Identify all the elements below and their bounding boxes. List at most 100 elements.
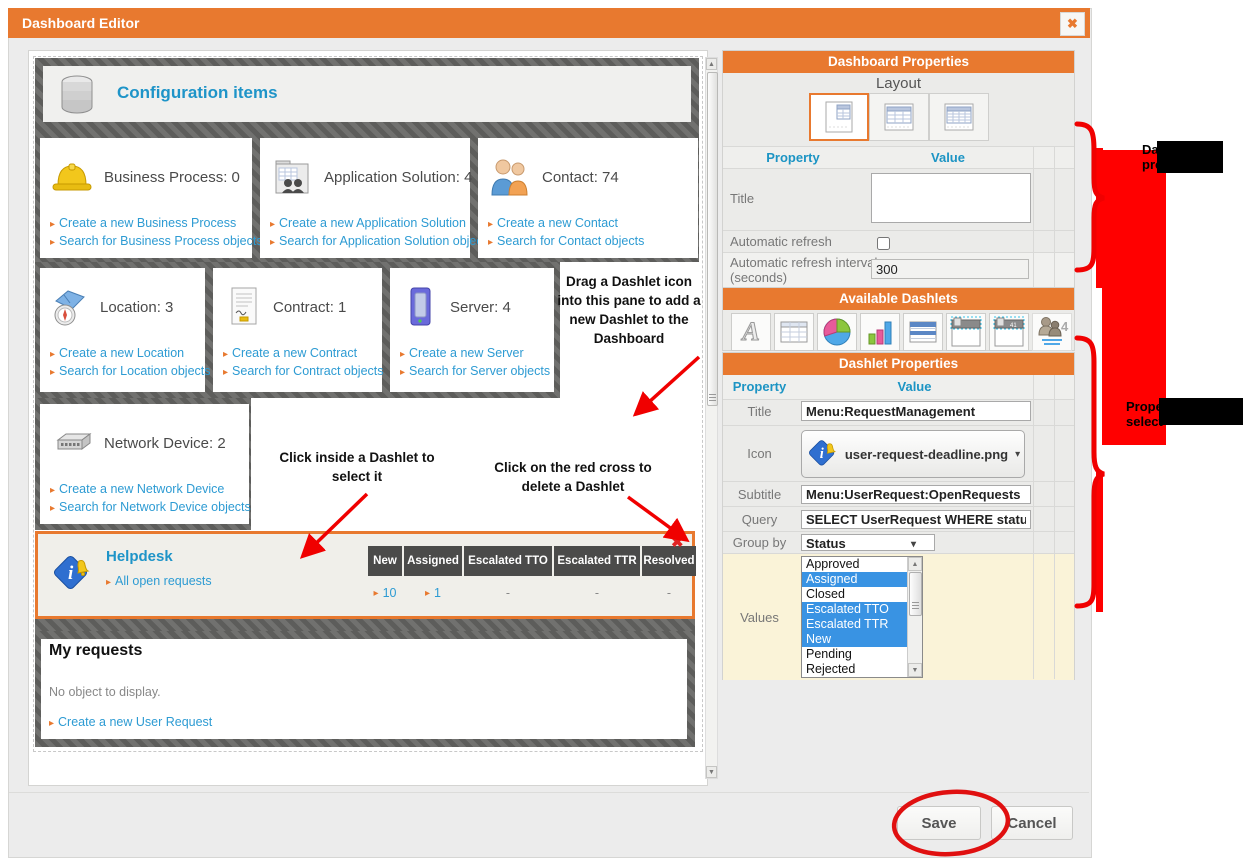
- create-contact-link[interactable]: Create a new Contact: [497, 216, 618, 230]
- auto-refresh-checkbox[interactable]: [877, 237, 890, 250]
- interval-label-line1: Automatic refresh interval: [730, 255, 877, 270]
- all-open-requests-link[interactable]: ▸All open requests: [106, 574, 212, 588]
- create-server-link[interactable]: Create a new Server: [409, 346, 524, 360]
- dashlet-title-label: Title: [723, 404, 796, 419]
- dashlet-query-input[interactable]: [801, 510, 1031, 529]
- bullet-icon: ▸: [50, 219, 55, 230]
- tile-title: Contact: 74: [542, 169, 619, 186]
- value-option[interactable]: Closed: [802, 587, 907, 602]
- scrollbar-thumb[interactable]: [909, 572, 922, 616]
- dashlet-table-header: Property Value: [723, 375, 1074, 400]
- stat-value-new[interactable]: ▸10: [368, 586, 402, 600]
- cancel-button[interactable]: Cancel: [991, 806, 1073, 840]
- layout-label: Layout: [723, 75, 1074, 92]
- search-location-link[interactable]: Search for Location objects: [59, 364, 210, 378]
- dashlet-title-input[interactable]: [801, 401, 1031, 421]
- scrollbar-down-icon[interactable]: ▼: [908, 663, 922, 677]
- value-option[interactable]: Approved: [802, 557, 907, 572]
- scrollbar-down-icon[interactable]: ▼: [706, 766, 717, 778]
- chevron-down-icon: ▾: [911, 537, 916, 552]
- tile-location[interactable]: Location: 3 ▸Create a new Location ▸Sear…: [40, 268, 205, 392]
- header-count-dashlet-icon[interactable]: 41: [989, 313, 1029, 351]
- group-by-select[interactable]: Status ▾: [801, 534, 935, 551]
- pie-chart-dashlet-icon[interactable]: [817, 313, 857, 351]
- value-option[interactable]: Escalated TTO: [802, 602, 907, 617]
- create-network-device-link[interactable]: Create a new Network Device: [59, 482, 224, 496]
- badge-dashlet-icon[interactable]: 4: [1032, 313, 1072, 351]
- table-extra-column-divider: [1054, 146, 1055, 287]
- value-option[interactable]: Escalated TTR: [802, 617, 907, 632]
- bullet-icon: ▸: [400, 367, 405, 378]
- values-multiselect[interactable]: Approved Assigned Closed Escalated TTO E…: [801, 556, 923, 678]
- bullet-icon: ▸: [270, 237, 275, 248]
- icon-dropdown-button[interactable]: i user-request-deadline.png ▾: [801, 430, 1025, 478]
- vertical-scrollbar[interactable]: ▲ ▼: [705, 57, 718, 779]
- location-icon: [50, 285, 90, 329]
- helpdesk-table-values: ▸10 ▸1 - - -: [368, 586, 696, 600]
- dashlet-values-row: Values Approved Assigned Closed Escalate…: [723, 553, 1074, 680]
- dialog-close-button[interactable]: ✖: [1060, 12, 1085, 36]
- my-requests-dashlet[interactable]: My requests No object to display. ▸Creat…: [35, 631, 695, 747]
- tile-contact[interactable]: Contact: 74 ▸ Create a new Contact ▸ Searc…: [478, 138, 698, 258]
- listbox-scrollbar[interactable]: ▲ ▼: [907, 557, 922, 677]
- create-application-solution-link[interactable]: Create a new Application Solution: [279, 216, 466, 230]
- available-dashlets-section: Available Dashlets A: [722, 287, 1075, 351]
- bullet-icon: ▸: [50, 237, 55, 248]
- tile-server[interactable]: Server: 4 ▸Create a new Server ▸Search f…: [390, 268, 554, 392]
- bullet-icon: ▸: [488, 237, 493, 248]
- svg-text:4: 4: [1061, 319, 1069, 334]
- scrollbar-up-icon[interactable]: ▲: [908, 557, 922, 571]
- dashlet-query-row: Query: [723, 506, 1074, 532]
- hatched-strip: [35, 619, 695, 631]
- dashlet-properties-section: Dashlet Properties Property Value Title …: [722, 352, 1075, 680]
- layout-option-two-columns[interactable]: [869, 93, 929, 141]
- bar-chart-dashlet-icon[interactable]: [860, 313, 900, 351]
- search-server-link[interactable]: Search for Server objects: [409, 364, 550, 378]
- tile-application-solution[interactable]: Application Solution: 4 ▸Create a new Ap…: [260, 138, 470, 258]
- value-option[interactable]: New: [802, 632, 907, 647]
- header-dashlet-icon[interactable]: [946, 313, 986, 351]
- scrollbar-up-icon[interactable]: ▲: [706, 58, 717, 70]
- stat-value-assigned[interactable]: ▸1: [404, 586, 462, 600]
- title-label: Title: [730, 191, 754, 206]
- dashlet-icon-label: Icon: [723, 446, 796, 461]
- property-column-header: Property: [723, 150, 863, 165]
- search-application-solution-link[interactable]: Search for Application Solution objects: [279, 234, 492, 248]
- annotation-drag-dashlet: Drag a Dashlet icon into this pane to ad…: [556, 272, 702, 348]
- create-contract-link[interactable]: Create a new Contract: [232, 346, 357, 360]
- value-option[interactable]: Pending: [802, 647, 907, 662]
- layout-option-one-column[interactable]: [809, 93, 869, 141]
- tile-contract[interactable]: Contract: 1 ▸Create a new Contract ▸Sear…: [213, 268, 382, 392]
- search-business-process-link[interactable]: Search for Business Process objects: [59, 234, 263, 248]
- grouped-table-dashlet-icon[interactable]: [903, 313, 943, 351]
- config-items-dashlet[interactable]: Configuration items: [43, 66, 691, 122]
- scrollbar-thumb[interactable]: [707, 72, 718, 406]
- create-user-request-link[interactable]: ▸Create a new User Request: [49, 715, 212, 729]
- helpdesk-dashlet[interactable]: i Helpdesk ▸All open requests New Assign…: [35, 531, 695, 619]
- dashlet-subtitle-input[interactable]: [801, 485, 1031, 504]
- database-icon: [55, 72, 99, 116]
- table-dashlet-icon[interactable]: [774, 313, 814, 351]
- dashboard-title-input[interactable]: [871, 173, 1031, 223]
- save-button[interactable]: Save: [897, 806, 981, 840]
- value-option[interactable]: Rejected: [802, 662, 907, 677]
- delete-dashlet-red-cross-icon[interactable]: ✖: [671, 533, 684, 551]
- search-contact-link[interactable]: Search for Contact objects: [497, 234, 644, 248]
- create-location-link[interactable]: Create a new Location: [59, 346, 184, 360]
- title-property-row: Title: [723, 168, 1074, 231]
- tile-business-process[interactable]: Business Process: 0 ▸Create a new Busine…: [40, 138, 252, 258]
- create-business-process-link[interactable]: Create a new Business Process: [59, 216, 236, 230]
- dashboard-properties-section: Dashboard Properties Layout Proper: [722, 50, 1075, 287]
- search-network-device-link[interactable]: Search for Network Device objects: [59, 500, 251, 514]
- text-dashlet-icon[interactable]: A: [731, 313, 771, 351]
- search-contract-link[interactable]: Search for Contract objects: [232, 364, 383, 378]
- layout-option-three-columns[interactable]: [929, 93, 989, 141]
- column-header: Assigned: [404, 546, 462, 576]
- bullet-icon: ▸: [270, 219, 275, 230]
- my-requests-title: My requests: [49, 642, 142, 660]
- value-option[interactable]: Assigned: [802, 572, 907, 587]
- tile-network-device[interactable]: Network Device: 2 ▸Create a new Network …: [40, 404, 249, 524]
- bullet-icon: ▸: [488, 219, 493, 230]
- dashlet-groupby-row: Group by Status ▾: [723, 531, 1074, 554]
- refresh-interval-input[interactable]: [871, 259, 1029, 279]
